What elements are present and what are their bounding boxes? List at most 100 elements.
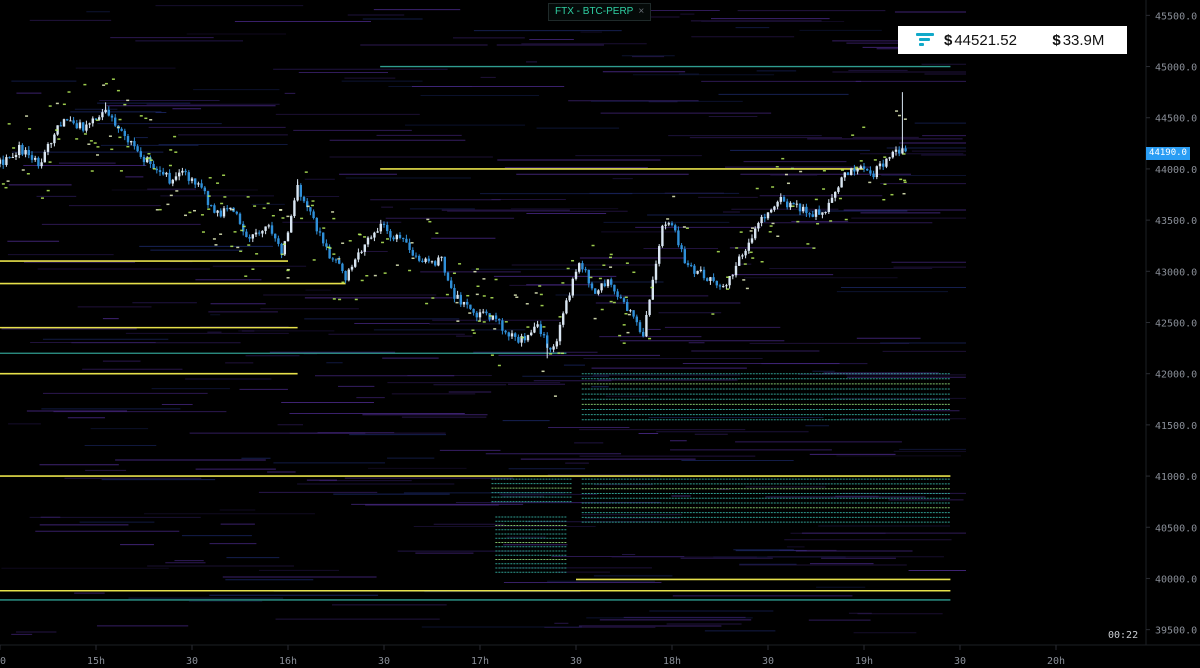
trade-dot — [525, 303, 529, 305]
time-tick-label: 20h — [1047, 656, 1065, 667]
candle-body — [885, 158, 888, 167]
candle-body — [72, 120, 75, 124]
candle-body — [834, 191, 837, 198]
candle-body — [114, 117, 117, 126]
trade-dot — [526, 326, 530, 328]
candle-body — [549, 347, 552, 350]
dollar-icon: $ — [1052, 31, 1061, 49]
trade-dot — [360, 279, 364, 282]
candle-body — [853, 168, 856, 172]
trade-dot — [771, 222, 775, 225]
candle-body — [0, 159, 2, 164]
trade-dot — [624, 296, 628, 299]
trade-dot — [468, 312, 472, 314]
trade-dot — [139, 115, 143, 117]
trade-dot — [458, 263, 462, 265]
candle-body — [53, 134, 56, 144]
trade-dot — [489, 315, 493, 317]
trade-dot — [557, 352, 561, 354]
candle-body — [478, 312, 482, 318]
trade-dot — [445, 293, 449, 296]
trade-dot — [435, 232, 439, 234]
candle-body — [622, 298, 626, 302]
trade-dot — [123, 103, 127, 106]
trade-dot — [25, 115, 29, 117]
trade-dot — [46, 189, 50, 192]
trade-dot — [622, 324, 626, 326]
candle-body — [744, 250, 747, 256]
candle-body — [190, 178, 194, 181]
candle-body — [194, 178, 197, 185]
candle-body — [619, 296, 622, 299]
trade-dot — [840, 169, 844, 171]
trade-dot — [903, 181, 907, 183]
trade-dot — [26, 173, 30, 175]
candle-body — [642, 331, 645, 337]
trade-dot — [455, 301, 459, 304]
candle-body — [539, 324, 542, 335]
candle-body — [824, 212, 827, 214]
candle-body — [107, 109, 110, 116]
trade-dot — [751, 227, 755, 229]
trade-dot — [48, 105, 52, 107]
candle-body — [578, 263, 581, 272]
candle-body — [782, 197, 786, 202]
trade-dot — [67, 91, 71, 93]
candle-body — [856, 168, 859, 172]
trade-dot — [768, 231, 772, 233]
trade-dot — [829, 220, 833, 222]
trade-dot — [784, 173, 788, 176]
trade-dot — [542, 326, 546, 328]
trade-dot — [745, 287, 749, 290]
candle-body — [469, 304, 472, 309]
trade-dot — [40, 197, 44, 199]
candle-body — [40, 162, 43, 167]
candle-body — [498, 318, 501, 321]
candle-body — [613, 284, 616, 292]
time-tick-label: 30 — [570, 656, 582, 667]
trade-dot — [497, 364, 501, 367]
candle-body — [568, 295, 571, 301]
candle-body — [581, 263, 584, 270]
close-icon[interactable]: × — [638, 6, 644, 17]
trade-dot — [207, 195, 211, 197]
candle-body — [462, 301, 466, 305]
trade-dot — [751, 257, 755, 259]
trade-dot — [246, 196, 250, 198]
trade-dot — [895, 110, 899, 112]
trade-dot — [739, 231, 743, 233]
candle-body — [277, 238, 280, 244]
candle-body — [405, 238, 408, 243]
candle-body — [280, 243, 283, 255]
candle-body — [818, 209, 821, 215]
trade-dot — [598, 277, 602, 280]
candle-body — [158, 170, 162, 172]
candle-body — [14, 155, 18, 158]
symbol-tab[interactable]: FTX - BTC-PERP × — [548, 3, 652, 21]
orderbook-heatmap-chart[interactable]: 45500.0 45000.0 44500.0 44000.0 43500.0 43000… — [0, 0, 1200, 668]
volume: 33.9M — [1062, 31, 1105, 49]
candle-body — [789, 202, 792, 208]
candle-body — [626, 301, 629, 311]
trade-dot — [126, 99, 130, 102]
candle-body — [437, 257, 440, 266]
candle-body — [661, 225, 664, 247]
time-tick-label: 18h — [663, 656, 681, 667]
price-tick-label: 43500.0 — [1155, 216, 1197, 227]
trade-dot — [504, 321, 508, 323]
trade-dot — [515, 296, 519, 298]
candle-body — [754, 228, 757, 239]
trade-dot — [119, 170, 123, 172]
candle-body — [530, 332, 533, 336]
trade-dot — [771, 186, 775, 188]
candle-body — [286, 232, 290, 242]
candle-body — [370, 237, 373, 239]
trade-dot — [534, 292, 538, 294]
trade-dot — [786, 182, 790, 185]
candle-body — [120, 128, 123, 131]
trade-dot — [21, 169, 25, 171]
candle-body — [552, 346, 555, 350]
trade-dot — [332, 217, 336, 220]
trade-dot — [609, 253, 613, 256]
candle-body — [686, 263, 690, 266]
